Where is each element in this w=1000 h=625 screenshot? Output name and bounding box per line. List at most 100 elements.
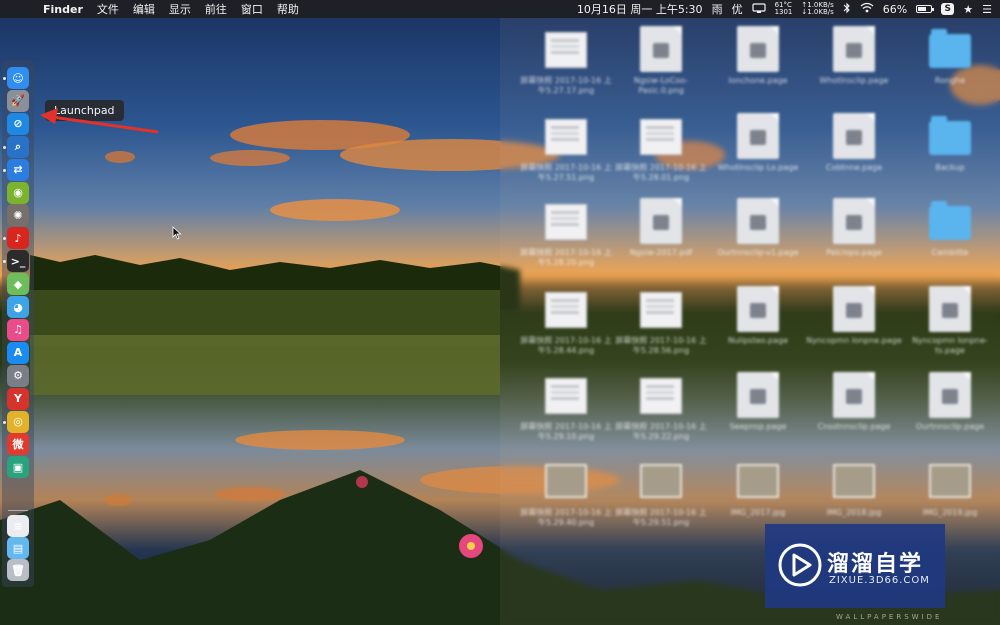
desktop-item-label: 屏幕快照 2017-10-16 上午5.29.40.png <box>520 508 612 527</box>
desktop-shot-item[interactable]: 屏幕快照 2017-10-16 上午5.28.44.png <box>518 286 614 366</box>
running-indicator <box>3 77 6 80</box>
dock-system-preferences-icon[interactable]: ⚙ <box>7 364 29 387</box>
desktop-item-label: IMG_2019.jpg <box>922 508 978 517</box>
menu-edit[interactable]: 编辑 <box>126 1 162 17</box>
bluetooth-icon[interactable] <box>843 2 851 17</box>
menu-go[interactable]: 前往 <box>198 1 234 17</box>
dock-weibo-icon[interactable]: 微 <box>7 433 29 456</box>
desktop-folder-item[interactable]: Backup <box>902 113 998 193</box>
document-icon <box>737 26 779 72</box>
launchpad-tooltip: Launchpad <box>45 100 124 121</box>
dock-qq-icon[interactable]: ◕ <box>7 296 29 318</box>
dock-preview-icon[interactable]: ⌕ <box>7 135 29 158</box>
running-indicator <box>3 420 6 424</box>
menu-bar-extras: 10月16日 周一 上午5:30 雨 优 61°C 1301 ↑1.0KB/s … <box>568 1 1000 17</box>
desktop-file-item[interactable]: Ourtnnsclip-v1.page <box>710 198 806 278</box>
desktop-folder-item[interactable]: Ronghe <box>902 26 998 106</box>
desktop-item-label: Ngsiw-2017.pdf <box>629 248 693 257</box>
dock-aperture-icon[interactable]: ✺ <box>7 204 29 227</box>
dock-app-store-icon[interactable]: A <box>7 341 29 364</box>
clock[interactable]: 10月16日 周一 上午5:30 <box>577 1 703 17</box>
desktop-item-label: Nyncopmn Ionpne.page <box>806 336 902 345</box>
desktop-item-label: 屏幕快照 2017-10-16 上午5.27.51.png <box>520 163 612 182</box>
desktop-file-item[interactable]: Pelclopo.page <box>806 198 902 278</box>
desktop-file-item[interactable]: Cnsstnnsclip.page <box>806 372 902 452</box>
desktop-folder-item[interactable]: Cambitte <box>902 198 998 278</box>
desktop-file-item[interactable]: Cobtnne.page <box>806 113 902 193</box>
dock-screen-share-icon[interactable]: ▣ <box>7 456 29 479</box>
desktop-file-item[interactable]: Ionchone.page <box>710 26 806 106</box>
desktop-file-item[interactable]: Whotlnsclip Lo.page <box>710 113 806 193</box>
input-method[interactable]: 优 <box>732 1 743 17</box>
desktop-shot-item[interactable]: 屏幕快照 2017-10-16 上午5.28.01.png <box>613 113 709 193</box>
desktop-shot-item[interactable]: 屏幕快照 2017-10-16 上午5.27.51.png <box>518 113 614 193</box>
notification-center-icon[interactable]: ☰ <box>982 3 992 16</box>
desktop-shot-item[interactable]: 屏幕快照 2017-10-16 上午5.28.56.png <box>613 286 709 366</box>
image-thumbnail <box>640 464 682 498</box>
image-thumbnail <box>545 464 587 498</box>
desktop-file-item[interactable]: Ourtnnsclip.page <box>902 372 998 452</box>
desktop-item-label: 屏幕快照 2017-10-16 上午5.28.56.png <box>615 336 707 355</box>
monitor-icon[interactable] <box>751 2 766 16</box>
dock-finder-icon[interactable]: ☺ <box>7 67 29 89</box>
wifi-icon[interactable] <box>860 2 874 16</box>
desktop-item-label: IMG_2017.jpg <box>730 508 786 517</box>
desktop-file-item[interactable]: Ngsiw-LoCoo-Pasic.0.png <box>613 26 709 106</box>
desktop-file-item[interactable]: Nulipsteo.page <box>710 286 806 366</box>
system-stats[interactable]: 61°C 1301 <box>775 2 793 16</box>
desktop-item-label: Cobtnne.page <box>825 163 883 172</box>
desktop-photo-item[interactable]: 屏幕快照 2017-10-16 上午5.29.51.png <box>613 458 709 538</box>
dock-itunes-icon[interactable]: ♫ <box>7 318 29 341</box>
desktop-item-label: Whotlnsclip Lo.page <box>717 163 799 172</box>
desktop-shot-item[interactable]: 屏幕快照 2017-10-16 上午5.29.10.png <box>518 372 614 452</box>
dock-teamviewer-icon[interactable]: ⇄ <box>7 158 29 181</box>
desktop-file-item[interactable]: Nyncopmn Ionpne-ts.page <box>902 286 998 366</box>
mouse-cursor-icon <box>172 226 182 240</box>
app-menu-finder[interactable]: Finder <box>36 3 90 16</box>
network-speed[interactable]: ↑1.0KB/s ↓1.0KB/s <box>801 2 833 16</box>
battery-icon[interactable] <box>916 5 935 13</box>
dock-yandex-icon[interactable]: Y <box>7 387 29 410</box>
document-icon <box>640 26 682 72</box>
desktop-item-label: Ourtnnsclip.page <box>915 422 985 431</box>
desktop-item-label: Nulipsteo.page <box>727 336 789 345</box>
document-icon <box>545 32 587 68</box>
desktop-file-item[interactable]: Whotlnsclip.page <box>806 26 902 106</box>
document-icon <box>737 113 779 159</box>
document-icon <box>640 292 682 328</box>
dock-trash-icon[interactable]: 🗑 <box>7 559 29 581</box>
document-icon <box>737 372 779 418</box>
menu-help[interactable]: 帮助 <box>270 1 306 17</box>
document-icon <box>833 113 875 159</box>
desktop-file-item[interactable]: Ngsiw-2017.pdf <box>613 198 709 278</box>
dock-documents-icon[interactable]: ≡ <box>7 515 29 537</box>
document-icon <box>640 198 682 244</box>
menu-window[interactable]: 窗口 <box>234 1 270 17</box>
desktop-photo-item[interactable]: 屏幕快照 2017-10-16 上午5.29.40.png <box>518 458 614 538</box>
dock-safari-icon[interactable]: ⊘ <box>7 112 29 135</box>
desktop-shot-item[interactable]: 屏幕快照 2017-10-16 上午5.29.22.png <box>613 372 709 452</box>
desktop-file-item[interactable]: Seepnsp.page <box>710 372 806 452</box>
dock-downloads-icon[interactable]: ▤ <box>7 537 29 559</box>
dock-netease-music-icon[interactable]: ♪ <box>7 227 29 250</box>
desktop-item-label: 屏幕快照 2017-10-16 上午5.28.20.png <box>520 248 612 267</box>
dock-separator <box>8 510 28 511</box>
menu-file[interactable]: 文件 <box>90 1 126 17</box>
battery-percent[interactable]: 66% <box>883 3 907 16</box>
weather-status[interactable]: 雨 <box>712 1 723 17</box>
dock-android-file-transfer-icon[interactable]: ◉ <box>7 181 29 204</box>
desktop-shot-item[interactable]: 屏幕快照 2017-10-16 上午5.28.20.png <box>518 198 614 278</box>
dock-chrome-icon[interactable]: ◎ <box>7 410 29 433</box>
dock-launchpad-icon[interactable]: 🚀 <box>7 89 29 112</box>
desktop-shot-item[interactable]: 屏幕快照 2017-10-16 上午5.27.17.png <box>518 26 614 106</box>
desktop-file-item[interactable]: Nyncopmn Ionpne.page <box>806 286 902 366</box>
menu-view[interactable]: 显示 <box>162 1 198 17</box>
dock-maps-icon[interactable]: ◆ <box>7 273 29 296</box>
document-icon <box>833 286 875 332</box>
dock-terminal-icon[interactable]: >_ <box>7 250 29 273</box>
s-app-icon[interactable]: S <box>941 3 955 15</box>
document-icon <box>737 286 779 332</box>
document-icon <box>545 119 587 155</box>
running-indicator <box>3 168 6 172</box>
star-icon[interactable]: ★ <box>963 3 973 16</box>
